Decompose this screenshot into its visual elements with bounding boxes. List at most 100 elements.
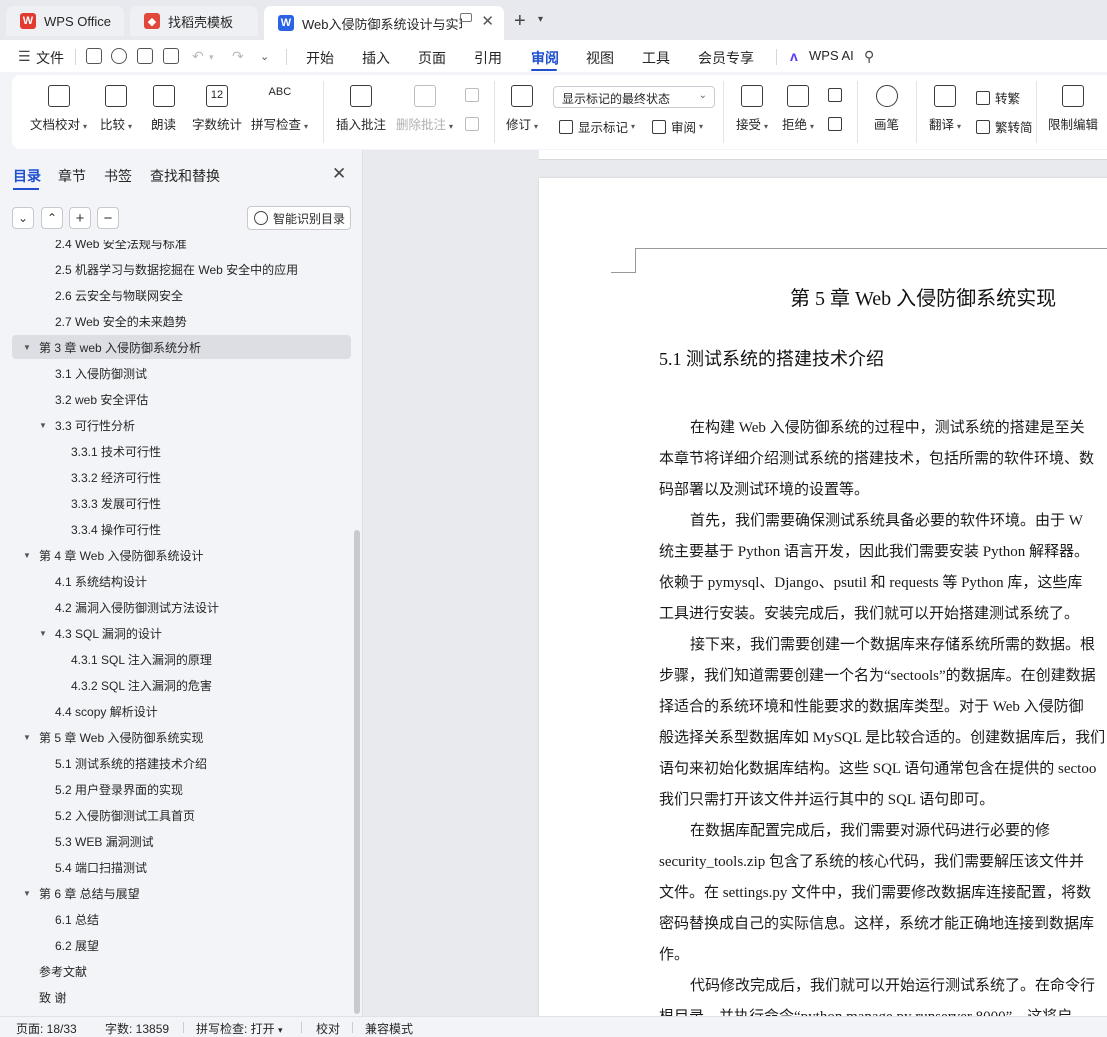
compat-mode-status[interactable]: 兼容模式 — [365, 1020, 413, 1037]
to-simplified-button[interactable]: 繁转简 — [976, 117, 1033, 136]
toc-item[interactable]: 2.7 Web 安全的未来趋势 — [12, 309, 351, 333]
to-traditional-button[interactable]: 转繁 — [976, 88, 1020, 107]
review-pane-button[interactable]: 审阅 ▾ — [652, 117, 703, 136]
hamburger-icon[interactable]: ☰ — [18, 48, 31, 65]
prev-change-icon[interactable] — [828, 88, 847, 102]
next-change-icon[interactable] — [828, 117, 847, 131]
restrict-edit-button[interactable]: 限制编辑 — [1048, 85, 1098, 133]
menu-wps-ai[interactable]: WPS AI — [809, 48, 854, 63]
menu-view[interactable]: 视图 — [586, 48, 614, 68]
toc-item[interactable]: 5.1 测试系统的搭建技术介绍 — [12, 751, 351, 775]
toc-item[interactable]: 6.1 总结 — [12, 907, 351, 931]
accept-button[interactable]: 接受 ▾ — [736, 85, 768, 133]
toc-item[interactable]: 5.4 端口扫描测试 — [12, 855, 351, 879]
spell-check-status[interactable]: 拼写检查: 打开 ▾ — [196, 1020, 283, 1037]
undo-icon[interactable]: ↶ — [192, 48, 204, 65]
tab-find-replace[interactable]: 查找和替换 — [150, 166, 220, 186]
page-counter[interactable]: 页面: 18/33 — [16, 1020, 77, 1037]
proof-status[interactable]: 校对 — [316, 1020, 340, 1037]
tab-toc[interactable]: 目录 — [13, 166, 41, 186]
toc-item[interactable]: ▼ 第 5 章 Web 入侵防御系统实现 — [12, 725, 351, 749]
tab-document[interactable]: W Web入侵防御系统设计与实现 ✕ — [264, 6, 504, 40]
menu-insert[interactable]: 插入 — [362, 48, 390, 68]
toc-item[interactable]: 4.1 系统结构设计 — [12, 569, 351, 593]
insert-comment-button[interactable]: 插入批注 — [336, 85, 386, 133]
search-icon[interactable]: ⚲ — [864, 48, 874, 65]
next-comment-icon[interactable] — [465, 117, 484, 131]
menu-page[interactable]: 页面 — [418, 48, 446, 68]
compare-button[interactable]: 比较 ▾ — [100, 85, 132, 133]
toc-item[interactable]: ▼ 4.3 SQL 漏洞的设计 — [12, 621, 351, 645]
toc-item[interactable]: 3.3.3 发展可行性 — [12, 491, 351, 515]
new-tab-plus-icon[interactable]: + — [514, 10, 526, 33]
menu-file[interactable]: 文件 — [36, 48, 64, 68]
remove-level-icon[interactable]: − — [97, 207, 119, 229]
menu-references[interactable]: 引用 — [474, 48, 502, 68]
save-icon[interactable] — [86, 48, 102, 64]
collapse-up-icon[interactable]: ⌃ — [41, 207, 63, 229]
reject-button[interactable]: 拒绝 ▾ — [782, 85, 814, 133]
more-chevron-icon[interactable]: ⌄ — [260, 50, 269, 63]
toc-item[interactable]: ▼ 第 6 章 总结与展望 — [12, 881, 351, 905]
toc-item[interactable]: 5.3 WEB 漏洞测试 — [12, 829, 351, 853]
menu-member[interactable]: 会员专享 — [698, 48, 754, 68]
smart-toc-button[interactable]: 智能识别目录 — [247, 206, 351, 230]
translate-button[interactable]: 翻译 ▾ — [929, 85, 961, 133]
tab-chapters[interactable]: 章节 — [58, 166, 86, 186]
expand-arrow-icon[interactable]: ▼ — [39, 629, 47, 638]
doc-check-button[interactable]: 文档校对 ▾ — [30, 85, 87, 133]
toc-item[interactable]: 3.3.2 经济可行性 — [12, 465, 351, 489]
share-icon[interactable] — [111, 48, 127, 64]
word-count-button[interactable]: 12 字数统计 — [192, 85, 242, 133]
spell-check-button[interactable]: ABC 拼写检查 ▾ — [251, 85, 308, 133]
expand-arrow-icon[interactable]: ▼ — [23, 733, 31, 742]
word-count-status[interactable]: 字数: 13859 — [105, 1020, 169, 1037]
read-aloud-button[interactable]: 朗读 — [151, 85, 176, 133]
show-markup-button[interactable]: 显示标记 ▾ — [559, 117, 635, 136]
toc-item[interactable]: 致 谢 — [12, 985, 351, 1009]
toc-item[interactable]: 6.2 展望 — [12, 933, 351, 957]
close-panel-icon[interactable]: ✕ — [332, 164, 346, 184]
toc-item[interactable]: ▼ 第 3 章 web 入侵防御系统分析 — [12, 335, 351, 359]
expand-arrow-icon[interactable]: ▼ — [23, 343, 31, 352]
chevron-down-icon[interactable]: ▾ — [538, 14, 543, 25]
pen-button[interactable]: 画笔 — [874, 85, 899, 133]
toc-item[interactable]: 5.2 入侵防御测试工具首页 — [12, 803, 351, 827]
delete-comment-button[interactable]: 删除批注 ▾ — [396, 85, 453, 133]
add-level-icon[interactable]: + — [69, 207, 91, 229]
menu-tools[interactable]: 工具 — [642, 48, 670, 68]
toc-item[interactable]: 4.4 scopy 解析设计 — [12, 699, 351, 723]
tab-bookmarks[interactable]: 书签 — [104, 166, 132, 186]
tab-docer-templates[interactable]: ◆ 找稻壳模板 — [130, 6, 258, 36]
toc-item[interactable]: 3.3.1 技术可行性 — [12, 439, 351, 463]
expand-arrow-icon[interactable]: ▼ — [23, 551, 31, 560]
document-page[interactable]: 第 5 章 Web 入侵防御系统实现 5.1 测试系统的搭建技术介绍 在构建 W… — [539, 178, 1107, 1016]
toc-item[interactable]: 4.3.2 SQL 注入漏洞的危害 — [12, 673, 351, 697]
toc-item[interactable]: 3.3.4 操作可行性 — [12, 517, 351, 541]
toc-item[interactable]: 2.5 机器学习与数据挖掘在 Web 安全中的应用 — [12, 257, 351, 281]
revise-button[interactable]: 修订 ▾ — [506, 85, 538, 133]
toc-item[interactable]: 5.2 用户登录界面的实现 — [12, 777, 351, 801]
collapse-down-icon[interactable]: ⌄ — [12, 207, 34, 229]
toc-item[interactable]: 4.2 漏洞入侵防御测试方法设计 — [12, 595, 351, 619]
toc-item[interactable]: 2.6 云安全与物联网安全 — [12, 283, 351, 307]
toc-item[interactable]: 3.1 入侵防御测试 — [12, 361, 351, 385]
toc-item[interactable]: 2.4 Web 安全法规与标准 — [12, 240, 351, 255]
display-mode-select[interactable]: 显示标记的最终状态 ⌄ — [553, 86, 715, 108]
toc-item[interactable]: ▼ 第 4 章 Web 入侵防御系统设计 — [12, 543, 351, 567]
toc-item[interactable]: 参考文献 — [12, 959, 351, 983]
expand-arrow-icon[interactable]: ▼ — [23, 889, 31, 898]
prev-comment-icon[interactable] — [465, 88, 484, 102]
expand-arrow-icon[interactable]: ▼ — [39, 421, 47, 430]
undo-chevron-icon[interactable]: ▾ — [209, 52, 214, 63]
redo-icon[interactable]: ↷ — [232, 48, 244, 65]
toc-scrollbar[interactable] — [354, 530, 360, 1014]
print-preview-icon[interactable] — [163, 48, 179, 64]
menu-home[interactable]: 开始 — [306, 48, 334, 68]
menu-review[interactable]: 审阅 — [531, 48, 559, 68]
print-icon[interactable] — [137, 48, 153, 64]
toc-item[interactable]: 3.2 web 安全评估 — [12, 387, 351, 411]
monitor-icon[interactable] — [460, 13, 472, 22]
close-tab-icon[interactable]: ✕ — [481, 12, 494, 30]
tab-wps-office[interactable]: W WPS Office — [6, 6, 124, 36]
